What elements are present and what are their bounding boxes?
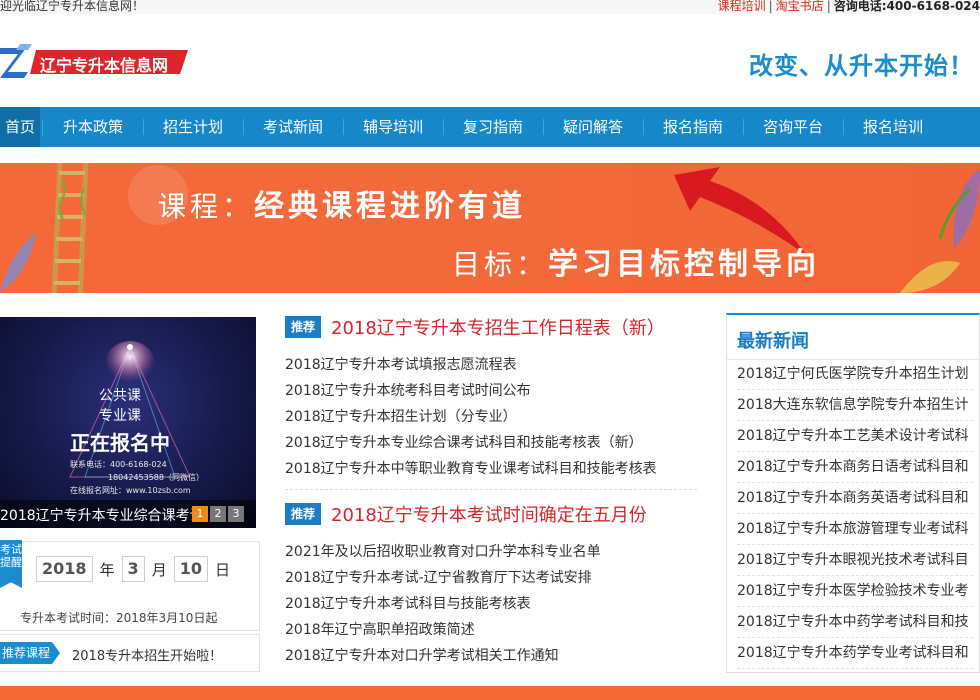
news-list: 2021年及以后招收职业教育对口升学本科专业名单 2018辽宁专升本考试-辽宁省…: [285, 539, 601, 669]
next-banner-strip[interactable]: [0, 686, 980, 700]
taobao-store-link[interactable]: 淘宝书店: [776, 0, 824, 13]
news-divider: [285, 489, 697, 490]
hero-line-2: 目标：学习目标控制导向: [452, 239, 820, 283]
news-block-head: 推荐 2018辽宁专升本考试时间确定在五月份: [285, 503, 697, 527]
slide-dot-2[interactable]: 2: [210, 506, 226, 522]
hero-line-2-prefix: 目标：: [452, 248, 549, 281]
news-headline[interactable]: 2018辽宁专升本专招生工作日程表（新）: [331, 314, 665, 340]
news-item[interactable]: 2021年及以后招收职业教育对口升学本科专业名单: [285, 539, 601, 565]
news-item[interactable]: 2018辽宁专升本考试填报志愿流程表: [285, 352, 657, 378]
slide-dot-3[interactable]: 3: [228, 506, 244, 522]
slide-caption[interactable]: 2018辽宁专升本专业综合课考试科目: [0, 505, 200, 525]
top-links: 课程培训 | 淘宝书店 | 咨询电话:400-6168-024: [718, 0, 980, 13]
exam-time-text: 专升本考试时间：2018年3月10日起: [20, 611, 218, 625]
poster-phone-2: 18042453588（同微信）: [108, 473, 204, 482]
link-separator: |: [826, 0, 831, 13]
hero-line-1: 课程：经典课程进阶有道: [158, 181, 526, 225]
news-headline[interactable]: 2018辽宁专升本考试时间确定在五月份: [331, 501, 647, 527]
logo-banner: 辽宁专升本信息网: [30, 50, 188, 74]
z-logo-icon: [0, 44, 32, 78]
news-block-2: 推荐 2018辽宁专升本考试时间确定在五月份 2021年及以后招收职业教育对口升…: [285, 503, 697, 673]
poster-line-major-course: 专业课: [99, 408, 141, 424]
leaf-icon: [0, 233, 36, 293]
recommend-badge: 推荐: [285, 503, 321, 525]
latest-news-list: 2018辽宁何氏医学院专升本招生计划 2018大连东软信息学院专升本招生计 20…: [737, 359, 973, 669]
poster-phone: 联系电话：400-6168-024: [70, 460, 167, 469]
slide-dot-1[interactable]: 1: [192, 506, 208, 522]
nav-item-faq[interactable]: 疑问解答: [544, 107, 642, 147]
exam-year: 2018: [36, 556, 93, 582]
month-unit: 月: [151, 560, 167, 579]
news-item[interactable]: 2018辽宁专升本考试-辽宁省教育厅下达考试安排: [285, 565, 601, 591]
latest-news-item[interactable]: 2018辽宁何氏医学院专升本招生计划: [737, 359, 973, 390]
nav-item-home[interactable]: 首页: [0, 107, 40, 147]
nav-item-registration-training[interactable]: 报名培训: [844, 107, 942, 147]
poster-line-public-course: 公共课: [99, 388, 141, 404]
day-unit: 日: [214, 560, 230, 579]
top-bar: 迎光临辽宁专升本信息网！ 课程培训 | 淘宝书店 | 咨询电话:400-6168-024: [0, 0, 980, 14]
poster-line-registering: 正在报名中: [70, 431, 170, 455]
slide-pager: 1 2 3: [192, 506, 244, 522]
exam-day: 10: [173, 556, 208, 582]
link-separator: |: [768, 0, 773, 13]
recommend-course-link[interactable]: 2018专升本招生开始啦！: [72, 645, 222, 664]
latest-news-item[interactable]: 2018辽宁专升本眼视光技术考试科目: [737, 545, 973, 576]
nav-item-policy[interactable]: 升本政策: [44, 107, 142, 147]
exam-reminder-ribbon: 考试提醒: [0, 540, 22, 588]
nav-item-enrollment-plan[interactable]: 招生计划: [144, 107, 242, 147]
leaf-icon: [938, 169, 980, 249]
nav-item-review-guide[interactable]: 复习指南: [444, 107, 542, 147]
site-logo[interactable]: 辽宁专升本信息网: [0, 44, 190, 80]
ladder-icon: [51, 163, 89, 293]
nav-item-consulting[interactable]: 咨询平台: [744, 107, 842, 147]
latest-news-item[interactable]: 2018辽宁专升本商务英语考试科目和: [737, 483, 973, 514]
hero-line-1-prefix: 课程：: [158, 190, 255, 223]
latest-news-item[interactable]: 2018大连东软信息学院专升本招生计: [737, 390, 973, 421]
exam-reminder: 考试提醒 2018 年 3 月 10 日 专升本考试时间：2018年3月10日起: [0, 540, 260, 631]
latest-news-item[interactable]: 2018辽宁专升本旅游管理专业考试科: [737, 514, 973, 545]
recommend-badge: 推荐: [285, 316, 321, 338]
exam-date: 2018 年 3 月 10 日: [36, 556, 237, 582]
year-unit: 年: [99, 560, 115, 579]
news-item[interactable]: 2018辽宁专升本对口升学考试相关工作通知: [285, 643, 601, 669]
recommend-course-tag: 推荐课程: [0, 642, 60, 664]
latest-news-title: 最新新闻: [737, 331, 809, 352]
news-item[interactable]: 2018辽宁专升本招生计划（分专业）: [285, 404, 657, 430]
nav-item-exam-news[interactable]: 考试新闻: [244, 107, 342, 147]
news-item[interactable]: 2018辽宁专升本中等职业教育专业课考试科目和技能考核表: [285, 456, 657, 482]
header-slogan: 改变、从升本开始！: [749, 52, 974, 80]
latest-news-item[interactable]: 2018辽宁专升本中药学考试科目和技: [737, 607, 973, 638]
latest-news-item[interactable]: 2018辽宁专升本药学专业考试科目和: [737, 638, 973, 669]
latest-news-item[interactable]: 2018辽宁专升本医学检验技术专业考: [737, 576, 973, 607]
image-slideshow[interactable]: 公共课 专业课 正在报名中 联系电话：400-6168-024 18042453…: [0, 317, 256, 528]
news-block-1: 推荐 2018辽宁专升本专招生工作日程表（新） 2018辽宁专升本考试填报志愿流…: [285, 316, 697, 486]
news-list: 2018辽宁专升本考试填报志愿流程表 2018辽宁专升本统考科目考试时间公布 2…: [285, 352, 657, 482]
recommend-course-bar: 推荐课程 2018专升本招生开始啦！: [0, 634, 260, 672]
welcome-text: 迎光临辽宁专升本信息网！: [0, 0, 145, 13]
poster-site: 在线报名网址：www.10zsb.com: [70, 486, 191, 495]
exam-month: 3: [121, 556, 145, 582]
news-item[interactable]: 2018辽宁专升本考试科目与技能考核表: [285, 591, 601, 617]
latest-news-item[interactable]: 2018辽宁专升本商务日语考试科目和: [737, 452, 973, 483]
leaf-icon: [900, 261, 960, 293]
nav-divider: [42, 119, 43, 135]
news-item[interactable]: 2018年辽宁高职单招政策简述: [285, 617, 601, 643]
hotline-text: 咨询电话:400-6168-024: [833, 0, 980, 13]
latest-news-panel: 最新新闻 2018辽宁何氏医学院专升本招生计划 2018大连东软信息学院专升本招…: [726, 313, 980, 673]
nav-item-registration-guide[interactable]: 报名指南: [644, 107, 742, 147]
hero-banner[interactable]: 课程：经典课程进阶有道 目标：学习目标控制导向: [0, 163, 980, 293]
news-item[interactable]: 2018辽宁专升本专业综合课考试科目和技能考核表（新）: [285, 430, 657, 456]
nav-item-tutoring[interactable]: 辅导培训: [344, 107, 442, 147]
course-training-link[interactable]: 课程培训: [718, 0, 766, 13]
logo-text: 辽宁专升本信息网: [40, 56, 169, 75]
main-nav: 首页 升本政策 招生计划 考试新闻 辅导培训 复习指南 疑问解答 报名指南 咨询…: [0, 107, 980, 147]
news-item[interactable]: 2018辽宁专升本统考科目考试时间公布: [285, 378, 657, 404]
news-block-head: 推荐 2018辽宁专升本专招生工作日程表（新）: [285, 316, 697, 340]
hero-line-2-main: 学习目标控制导向: [548, 247, 821, 282]
hero-line-1-main: 经典课程进阶有道: [254, 189, 527, 224]
latest-news-item[interactable]: 2018辽宁专升本工艺美术设计考试科: [737, 421, 973, 452]
slide-caption-bar: 2018辽宁专升本专业综合课考试科目 1 2 3: [0, 500, 256, 528]
